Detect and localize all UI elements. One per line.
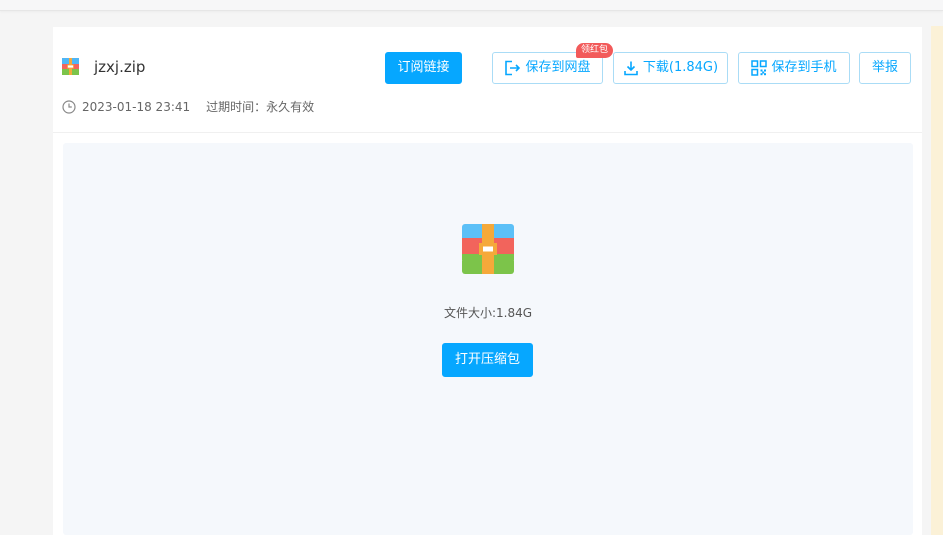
file-card: jzxj.zip 2023-01-18 23:41 过期时间：永久有效 订阅链接… [53,27,922,535]
save-to-phone-button[interactable]: 保存到手机 [738,52,850,84]
download-icon [624,61,638,76]
open-archive-button[interactable]: 打开压缩包 [442,343,533,377]
file-name: jzxj.zip [94,58,146,76]
open-archive-label: 打开压缩包 [454,352,520,367]
upload-date: 2023-01-18 23:41 [82,100,191,114]
subscribe-link-button[interactable]: 订阅链接 [385,52,462,84]
save-to-phone-label: 保存到手机 [771,60,837,75]
expiry-text: 过期时间：永久有效 [206,100,315,114]
right-side-panel [931,26,943,535]
top-bar [0,0,943,11]
report-button[interactable]: 举报 [859,52,911,84]
clock-icon [62,100,76,114]
file-meta: 2023-01-18 23:41 过期时间：永久有效 [62,99,314,115]
save-to-cloud-icon [505,60,521,76]
report-label: 举报 [871,60,898,75]
zip-file-icon [62,58,79,75]
archive-preview-panel: 文件大小:1.84G 打开压缩包 [63,143,913,535]
header-divider [53,132,922,133]
subscribe-label: 订阅链接 [397,60,450,75]
download-button[interactable]: 下载(1.84G) [613,52,728,84]
file-size-text: 文件大小:1.84G [443,306,533,320]
zip-archive-icon [462,224,514,274]
download-label: 下载(1.84G) [642,60,719,75]
qr-code-icon [751,60,768,76]
red-packet-badge: 领红包 [576,43,614,58]
